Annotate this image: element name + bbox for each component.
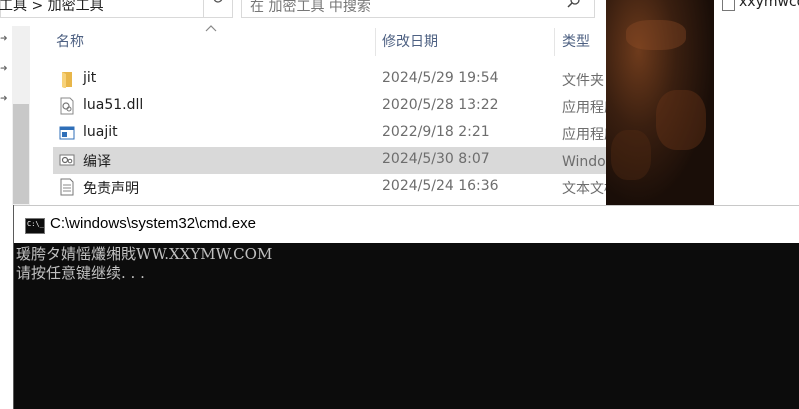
wallpaper-texture: [656, 90, 706, 150]
column-header-type[interactable]: 类型: [562, 26, 606, 58]
column-divider[interactable]: [554, 28, 555, 56]
column-divider[interactable]: [375, 28, 376, 56]
file-name: lua51.dll: [83, 97, 144, 113]
file-row-jit[interactable]: jit 2024/5/29 19:54 文件夹: [53, 66, 606, 93]
file-row-disclaimer[interactable]: 免责声明 2024/5/24 16:36 文本文档: [53, 174, 606, 201]
search-input[interactable]: 在 加密工具 中搜索: [241, 0, 595, 18]
column-header-modified[interactable]: 修改日期: [382, 26, 552, 58]
cmd-icon-text: C:\_: [27, 220, 44, 228]
cmd-titlebar[interactable]: C:\_ C:\windows\system32\cmd.exe: [14, 205, 799, 243]
file-type: 应用程序扩展: [562, 100, 606, 116]
pin-icon: ➜: [0, 94, 8, 104]
file-row-luajit[interactable]: luajit 2022/9/18 2:21 应用程序: [53, 120, 606, 147]
pin-icon: ➜: [0, 34, 8, 44]
address-bar[interactable]: 工具 > 加密工具: [0, 0, 232, 18]
file-modified-date: 2020/5/28 13:22: [382, 97, 499, 113]
address-path[interactable]: 工具 > 加密工具: [0, 0, 104, 15]
side-item-label[interactable]: xxymwcom: [739, 0, 799, 10]
file-explorer-window: 工具 > 加密工具 在 加密工具 中搜索 ➜ ➜ ➜ 名称 修改日期 类型 ji…: [0, 0, 606, 205]
console-line: 请按任意键继续. . .: [16, 264, 145, 282]
exe-app-icon: [59, 126, 75, 140]
file-type: Windows 批处理文件: [562, 154, 606, 170]
file-name: jit: [83, 70, 97, 86]
file-row-compile-bat[interactable]: 编译 2024/5/30 8:07 Windows 批处理文件: [53, 147, 606, 174]
dll-file-icon: [60, 97, 74, 115]
file-modified-date: 2022/9/18 2:21: [382, 124, 490, 140]
file-name: 编译: [83, 154, 111, 170]
batch-file-icon: [59, 154, 75, 166]
wallpaper-texture: [626, 20, 686, 50]
scrollbar-thumb[interactable]: [13, 104, 29, 204]
cmd-app-icon[interactable]: C:\_: [25, 218, 45, 234]
file-type: 文本文档: [562, 181, 606, 197]
pin-icon: ➜: [0, 64, 8, 74]
folder-icon: [62, 72, 72, 88]
desktop-side-panel: xxymwcom: [714, 0, 799, 205]
text-document-icon: [60, 178, 74, 196]
cmd-console-output[interactable]: 瑗胯タ婧愮爜缃戝WW.XXYMW.COM 请按任意键继续. . .: [16, 245, 799, 409]
chevron-down-icon[interactable]: [186, 0, 200, 9]
refresh-button[interactable]: [203, 0, 233, 18]
file-modified-date: 2024/5/24 16:36: [382, 178, 499, 194]
desktop-wallpaper: [606, 0, 714, 205]
file-type: 应用程序: [562, 127, 606, 143]
file-name: luajit: [83, 124, 118, 140]
item-checkbox[interactable]: [722, 0, 735, 11]
file-type: 文件夹: [562, 73, 604, 89]
console-line: 瑗胯タ婧愮爜缃戝WW.XXYMW.COM: [16, 245, 273, 263]
file-row-lua51-dll[interactable]: lua51.dll 2020/5/28 13:22 应用程序扩展: [53, 93, 606, 120]
cmd-window-title: C:\windows\system32\cmd.exe: [50, 215, 256, 232]
search-placeholder: 在 加密工具 中搜索: [250, 0, 371, 15]
search-icon[interactable]: [566, 0, 582, 11]
file-name: 免责声明: [83, 181, 139, 197]
file-modified-date: 2024/5/30 8:07: [382, 151, 490, 167]
wallpaper-texture: [611, 130, 651, 180]
refresh-icon: [213, 0, 223, 3]
column-header-name[interactable]: 名称: [56, 26, 376, 58]
cmd-window[interactable]: C:\_ C:\windows\system32\cmd.exe 瑗胯タ婧愮爜缃…: [13, 205, 799, 409]
file-modified-date: 2024/5/29 19:54: [382, 70, 499, 86]
